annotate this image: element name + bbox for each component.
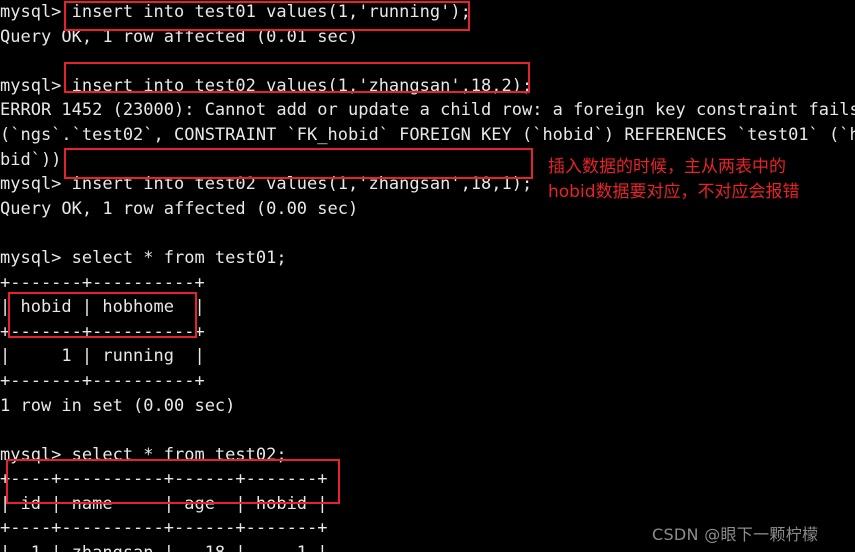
annotation-line-2: hobid数据要对应，不对应会报错 — [548, 182, 800, 202]
terminal-line: ERROR 1452 (23000): Cannot add or update… — [0, 100, 855, 121]
terminal-line: | hobid | hobhome | — [0, 297, 205, 318]
terminal-output[interactable]: mysql> insert into test01 values(1,'runn… — [0, 0, 855, 552]
terminal-line: (`ngs`.`test02`, CONSTRAINT `FK_hobid` F… — [0, 124, 855, 145]
terminal-line: | 1 | running | — [0, 346, 205, 367]
watermark: CSDN @眼下一颗柠檬 — [652, 525, 819, 544]
terminal-line: Query OK, 1 row affected (0.01 sec) — [0, 26, 359, 47]
terminal-line: mysql> select * from test02; — [0, 444, 287, 465]
terminal-line: +----+----------+------+-------+ — [0, 469, 328, 490]
terminal-line: mysql> insert into test01 values(1,'runn… — [0, 2, 471, 22]
terminal-line: | id | name | age | hobid | — [0, 493, 328, 514]
terminal-line: mysql> select * from test01; — [0, 247, 287, 268]
terminal-line: +-------+----------+ — [0, 321, 205, 342]
terminal-line: mysql> insert into test02 values(1,'zhan… — [0, 75, 533, 96]
annotation-note: 插入数据的时候，主从两表中的 hobid数据要对应，不对应会报错 — [548, 155, 799, 205]
terminal-line: +-------+----------+ — [0, 370, 205, 391]
terminal-line: 1 row in set (0.00 sec) — [0, 395, 236, 416]
terminal-line: +-------+----------+ — [0, 272, 205, 293]
annotation-line-1: 插入数据的时候，主从两表中的 — [548, 157, 786, 177]
terminal-screen: mysql> insert into test01 values(1,'runn… — [0, 0, 855, 552]
